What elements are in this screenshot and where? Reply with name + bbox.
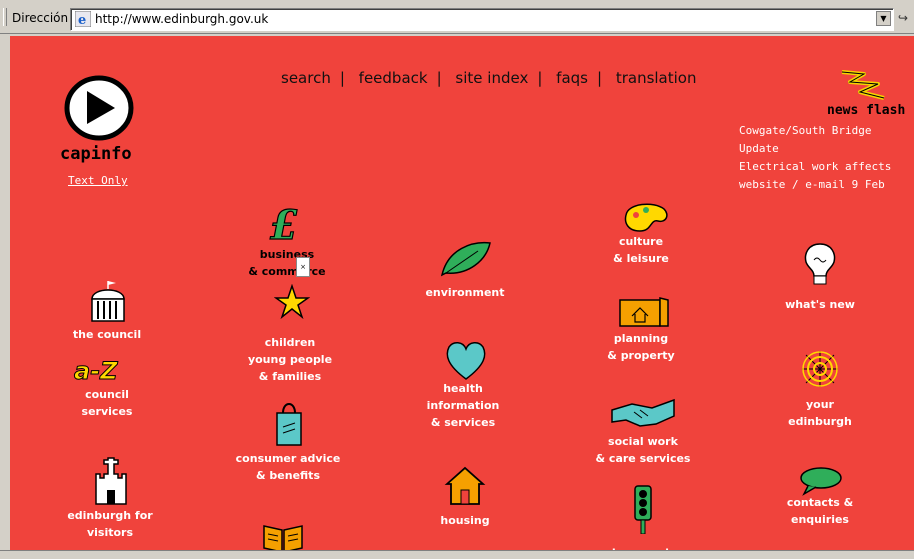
planning-line-2: & property [607,349,675,362]
nav-search[interactable]: search [281,69,331,87]
health-line-1: health [443,382,483,395]
council-building-icon[interactable] [88,279,128,323]
edinburgh-for-visitors-label[interactable]: edinburgh for visitors [50,507,170,541]
nav-translation[interactable]: translation [616,69,697,87]
address-dropdown-button[interactable]: ▼ [876,11,891,26]
svg-text:e: e [78,13,86,27]
children-line-2: young people [247,353,333,366]
pound-sign-icon[interactable]: £ [268,201,304,245]
social-line-2: & care services [595,452,691,465]
go-arrow-icon[interactable]: ↪ [898,11,908,25]
business-line-1: business [259,248,315,261]
nav-separator: | [596,69,603,87]
environment-label[interactable]: environment [410,284,520,301]
leaf-icon[interactable] [438,239,494,279]
nav-separator: | [537,69,543,87]
star-icon[interactable] [274,284,310,320]
paint-palette-icon[interactable] [620,201,670,235]
capinfo-play-logo-icon[interactable] [63,74,135,142]
nav-faqs[interactable]: faqs [556,69,588,87]
popup-close-button[interactable]: × [296,257,310,277]
handshake-icon[interactable] [610,396,676,430]
address-toolbar: Dirección e http://www.edinburgh.gov.uk … [0,0,914,34]
culture-label[interactable]: culture & leisure [586,233,696,267]
az-line-1: council [85,388,129,401]
news-item-cowgate[interactable]: Cowgate/South Bridge Update [739,122,914,158]
culture-line-2: & leisure [613,252,669,265]
nav-feedback[interactable]: feedback [359,69,428,87]
council-services-label[interactable]: council services [62,386,152,420]
lightning-bolt-icon [841,70,885,100]
ie-page-icon: e [75,11,91,27]
the-council-label[interactable]: the council [62,326,152,343]
top-nav: search | feedback | site index | faqs | tran… [274,69,703,87]
nav-separator: | [339,69,345,87]
address-url[interactable]: http://www.edinburgh.gov.uk [95,12,268,26]
planning-line-1: planning [613,332,669,345]
light-bulb-icon[interactable] [802,242,838,288]
speech-bubble-icon[interactable] [798,466,844,496]
nav-site-index[interactable]: site index [455,69,528,87]
capinfo-logo-text[interactable]: capinfo [60,144,132,164]
children-line-1: children [264,336,316,349]
housing-label[interactable]: housing [410,512,520,529]
business-line-2: & commerce [248,265,326,278]
text-only-link[interactable]: Text Only [68,174,128,187]
svg-text:£: £ [270,202,298,245]
culture-line-1: culture [618,235,664,248]
visitors-line-1: edinburgh for [67,509,153,522]
shopping-bag-icon[interactable] [274,399,304,447]
news-flash-title: news flash [827,103,906,118]
health-label[interactable]: health information & services [408,380,518,431]
house-icon[interactable] [443,466,487,506]
address-field[interactable]: e http://www.edinburgh.gov.uk ▼ [70,8,894,31]
page-content: search | feedback | site index | faqs | tran… [10,36,914,550]
planning-map-icon[interactable] [618,296,670,328]
news-item-electrical[interactable]: Electrical work affects website / e-mail… [739,158,914,194]
address-label: Dirección [12,11,69,25]
planning-label[interactable]: planning & property [586,330,696,364]
business-label[interactable]: business & commerce [246,246,328,280]
whats-new-label[interactable]: what's new [770,296,870,313]
children-line-3: & families [258,370,322,383]
svg-text:a-Z: a-Z [74,358,118,382]
nav-separator: | [436,69,442,87]
consumer-line-1: consumer advice [235,452,341,465]
toolbar-grip[interactable] [3,8,7,26]
contacts-line-2: enquiries [791,513,849,526]
az-line-2: services [81,405,133,418]
children-label[interactable]: children young people & families [230,334,350,385]
health-line-3: & services [430,416,496,429]
spider-web-icon[interactable] [800,349,840,389]
castle-icon[interactable] [92,456,130,506]
your-edinburgh-label[interactable]: your edinburgh [770,396,870,430]
your-line-2: edinburgh [788,415,852,428]
visitors-line-2: visitors [86,526,134,539]
consumer-line-2: & benefits [255,469,320,482]
health-line-2: information [426,399,500,412]
heart-icon[interactable] [443,339,489,381]
a-z-icon[interactable]: a-Z [72,358,144,382]
social-line-1: social work [608,435,678,448]
your-line-1: your [806,398,834,411]
consumer-advice-label[interactable]: consumer advice & benefits [228,450,348,484]
open-book-icon[interactable] [262,522,304,550]
contacts-label[interactable]: contacts & enquiries [770,494,870,528]
social-work-label[interactable]: social work & care services [578,433,708,467]
traffic-light-icon[interactable] [632,484,654,534]
contacts-line-1: contacts & [786,496,854,509]
